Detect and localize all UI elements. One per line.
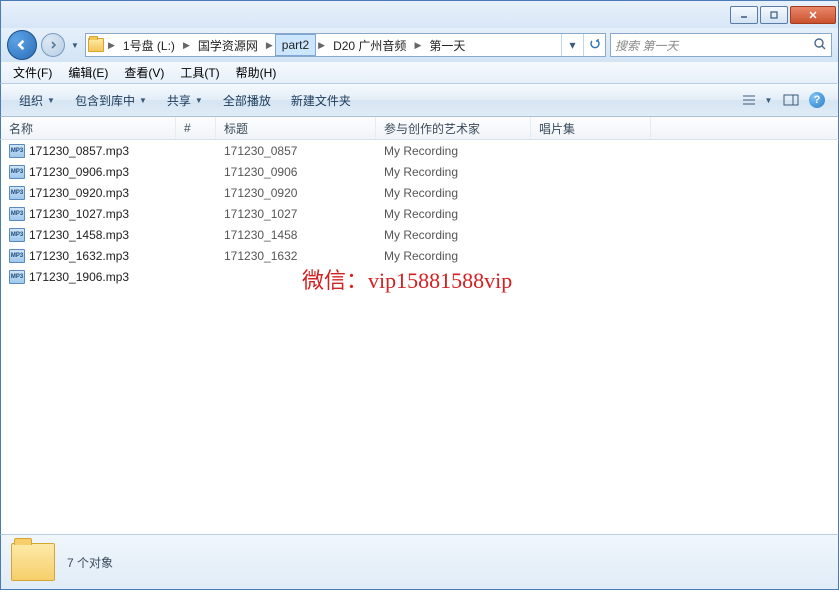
column-name[interactable]: 名称 <box>1 117 176 139</box>
status-count: 7 个对象 <box>67 554 113 571</box>
share-button[interactable]: 共享▼ <box>157 88 213 113</box>
close-button[interactable] <box>790 6 836 24</box>
breadcrumb-item[interactable]: D20 广州音频 <box>327 34 412 56</box>
column-title[interactable]: 标题 <box>216 117 376 139</box>
menu-view[interactable]: 查看(V) <box>116 62 172 83</box>
maximize-button[interactable] <box>760 6 788 24</box>
breadcrumb-item[interactable]: 国学资源网 <box>192 34 264 56</box>
file-row[interactable]: MP3 171230_0857.mp3 171230_0857My Recordin… <box>1 140 838 161</box>
file-name: 171230_0906.mp3 <box>29 165 129 179</box>
chevron-right-icon[interactable]: ▶ <box>181 40 192 51</box>
nav-history-dropdown[interactable]: ▼ <box>69 41 81 50</box>
window-titlebar <box>0 0 839 28</box>
column-headers: 名称 # 标题 参与创作的艺术家 唱片集 <box>0 117 839 140</box>
file-artist: My Recording <box>376 186 531 200</box>
view-options-button[interactable]: ▼ <box>736 88 778 112</box>
menu-file[interactable]: 文件(F) <box>5 62 60 83</box>
file-row[interactable]: MP3 171230_0906.mp3 171230_0906My Recordin… <box>1 161 838 182</box>
chevron-right-icon[interactable]: ▶ <box>412 40 423 51</box>
file-name: 171230_1027.mp3 <box>29 207 129 221</box>
file-artist: My Recording <box>376 228 531 242</box>
play-all-button[interactable]: 全部播放 <box>213 88 281 113</box>
file-name: 171230_0920.mp3 <box>29 186 129 200</box>
mp3-icon: MP3 <box>9 165 25 179</box>
preview-pane-button[interactable] <box>778 88 804 112</box>
address-bar[interactable]: ▶ 1号盘 (L:) ▶ 国学资源网 ▶ part2 ▶ D20 广州音频 ▶ … <box>85 33 606 57</box>
command-bar: 组织▼ 包含到库中▼ 共享▼ 全部播放 新建文件夹 ▼ ? <box>0 84 839 117</box>
watermark-text: 微信：vip15881588vip <box>296 263 518 295</box>
file-name: 171230_0857.mp3 <box>29 144 129 158</box>
search-input[interactable]: 搜索 第一天 <box>610 33 832 57</box>
help-button[interactable]: ? <box>804 88 830 112</box>
mp3-icon: MP3 <box>9 144 25 158</box>
file-title: 171230_0906 <box>216 165 376 179</box>
file-name: 171230_1906.mp3 <box>29 270 129 284</box>
menu-tools[interactable]: 工具(T) <box>172 62 227 83</box>
file-title: 171230_0920 <box>216 186 376 200</box>
file-row[interactable]: MP3 171230_1458.mp3 171230_1458My Recordin… <box>1 224 838 245</box>
file-artist: My Recording <box>376 165 531 179</box>
file-artist: My Recording <box>376 249 531 263</box>
column-album[interactable]: 唱片集 <box>531 117 651 139</box>
address-dropdown[interactable]: ▾ <box>561 34 583 56</box>
chevron-right-icon[interactable]: ▶ <box>106 40 117 51</box>
back-button[interactable] <box>7 30 37 60</box>
file-name: 171230_1458.mp3 <box>29 228 129 242</box>
include-in-library-button[interactable]: 包含到库中▼ <box>65 88 157 113</box>
file-row[interactable]: MP3 171230_0920.mp3 171230_0920My Recordin… <box>1 182 838 203</box>
file-title: 171230_1632 <box>216 249 376 263</box>
mp3-icon: MP3 <box>9 228 25 242</box>
file-artist: My Recording <box>376 207 531 221</box>
search-icon[interactable] <box>813 37 827 54</box>
file-row[interactable]: MP3 171230_1027.mp3 171230_1027My Recordin… <box>1 203 838 224</box>
help-icon: ? <box>809 92 825 108</box>
mp3-icon: MP3 <box>9 249 25 263</box>
status-bar: 7 个对象 <box>0 534 839 590</box>
file-title: 171230_1027 <box>216 207 376 221</box>
folder-icon <box>11 543 55 581</box>
menu-help[interactable]: 帮助(H) <box>228 62 285 83</box>
organize-button[interactable]: 组织▼ <box>9 88 65 113</box>
refresh-button[interactable] <box>583 34 605 56</box>
search-placeholder: 搜索 第一天 <box>615 37 678 54</box>
column-tracknum[interactable]: # <box>176 117 216 139</box>
mp3-icon: MP3 <box>9 270 25 284</box>
column-artist[interactable]: 参与创作的艺术家 <box>376 117 531 139</box>
menu-edit[interactable]: 编辑(E) <box>60 62 116 83</box>
mp3-icon: MP3 <box>9 207 25 221</box>
breadcrumb-item[interactable]: part2 <box>275 34 316 56</box>
folder-icon <box>86 38 106 52</box>
file-title: 171230_0857 <box>216 144 376 158</box>
chevron-right-icon[interactable]: ▶ <box>264 40 275 51</box>
mp3-icon: MP3 <box>9 186 25 200</box>
file-name: 171230_1632.mp3 <box>29 249 129 263</box>
forward-button[interactable] <box>41 33 65 57</box>
file-list: MP3171230_0857.mp3171230_0857My Recordin… <box>0 140 839 534</box>
menu-bar: 文件(F) 编辑(E) 查看(V) 工具(T) 帮助(H) <box>0 62 839 84</box>
minimize-button[interactable] <box>730 6 758 24</box>
breadcrumb-item[interactable]: 第一天 <box>423 34 471 56</box>
navigation-row: ▼ ▶ 1号盘 (L:) ▶ 国学资源网 ▶ part2 ▶ D20 广州音频 … <box>0 28 839 62</box>
file-artist: My Recording <box>376 144 531 158</box>
breadcrumb-item[interactable]: 1号盘 (L:) <box>117 34 181 56</box>
new-folder-button[interactable]: 新建文件夹 <box>281 88 361 113</box>
chevron-right-icon[interactable]: ▶ <box>316 40 327 51</box>
file-title: 171230_1458 <box>216 228 376 242</box>
